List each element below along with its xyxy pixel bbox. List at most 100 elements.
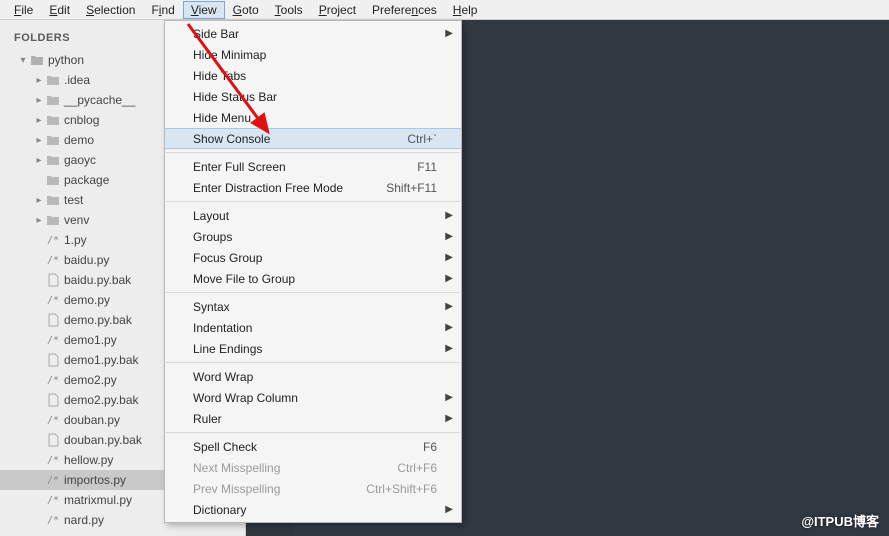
python-file-icon: /*	[46, 333, 60, 347]
menu-item-hide-minimap[interactable]: Hide Minimap	[165, 44, 461, 65]
menu-item-label: Move File to Group	[193, 272, 437, 286]
menu-item-hide-status-bar[interactable]: Hide Status Bar	[165, 86, 461, 107]
menu-goto[interactable]: Goto	[225, 1, 267, 19]
menu-item-enter-full-screen[interactable]: Enter Full ScreenF11	[165, 156, 461, 177]
file-icon	[46, 433, 60, 447]
menu-item-layout[interactable]: Layout ▶	[165, 205, 461, 226]
menu-item-label: Layout	[193, 209, 437, 223]
tree-item-label: demo1.py.bak	[64, 353, 139, 367]
menu-item-groups[interactable]: Groups▶	[165, 226, 461, 247]
menu-preferences[interactable]: Preferences	[364, 1, 445, 19]
menu-item-label: Hide Tabs	[193, 69, 437, 83]
tree-item-label: nard.py	[64, 513, 104, 527]
menu-separator	[166, 362, 460, 363]
folder-icon	[46, 73, 60, 87]
disclosure-triangle-icon[interactable]: ▸	[34, 215, 44, 226]
submenu-arrow-icon: ▶	[445, 231, 453, 242]
menu-item-hide-menu[interactable]: Hide Menu	[165, 107, 461, 128]
disclosure-triangle-icon[interactable]: ▸	[34, 115, 44, 126]
submenu-arrow-icon: ▶	[445, 28, 453, 39]
tree-item-label: baidu.py	[64, 253, 109, 267]
menu-item-side-bar[interactable]: Side Bar▶	[165, 23, 461, 44]
disclosure-triangle-icon[interactable]: ▸	[34, 75, 44, 86]
file-icon	[46, 273, 60, 287]
menu-item-shortcut: Ctrl+Shift+F6	[366, 482, 437, 496]
disclosure-triangle-icon[interactable]: ▸	[34, 155, 44, 166]
menu-separator	[166, 432, 460, 433]
menu-find[interactable]: Find	[143, 1, 182, 19]
menu-item-label: Dictionary	[193, 503, 437, 517]
tree-item-label: demo.py.bak	[64, 313, 132, 327]
menu-item-label: Hide Menu	[193, 111, 437, 125]
menu-item-shortcut: F11	[417, 160, 437, 174]
tree-item-label: demo.py	[64, 293, 110, 307]
menu-view[interactable]: View	[183, 1, 225, 19]
tree-item-label: demo1.py	[64, 333, 117, 347]
menu-item-line-endings[interactable]: Line Endings▶	[165, 338, 461, 359]
menu-item-move-file-to-group[interactable]: Move File to Group▶	[165, 268, 461, 289]
menu-item-spell-check[interactable]: Spell CheckF6	[165, 436, 461, 457]
menu-item-ruler[interactable]: Ruler▶	[165, 408, 461, 429]
menu-selection[interactable]: Selection	[78, 1, 143, 19]
menu-item-syntax[interactable]: Syntax ▶	[165, 296, 461, 317]
menu-file[interactable]: File	[6, 1, 41, 19]
python-file-icon: /*	[46, 493, 60, 507]
python-file-icon: /*	[46, 373, 60, 387]
tree-item-label: hellow.py	[64, 453, 113, 467]
menu-item-indentation[interactable]: Indentation▶	[165, 317, 461, 338]
menu-item-show-console[interactable]: Show ConsoleCtrl+`	[165, 128, 461, 149]
menu-item-shortcut: Ctrl+`	[407, 132, 437, 146]
file-icon	[46, 313, 60, 327]
menu-item-dictionary[interactable]: Dictionary ▶	[165, 499, 461, 520]
menu-edit[interactable]: Edit	[41, 1, 78, 19]
submenu-arrow-icon: ▶	[445, 301, 453, 312]
disclosure-triangle-icon[interactable]: ▾	[18, 55, 28, 66]
menu-item-label: Prev Misspelling	[193, 482, 366, 496]
disclosure-triangle-icon[interactable]: ▸	[34, 95, 44, 106]
menu-item-label: Line Endings	[193, 342, 437, 356]
menu-tools[interactable]: Tools	[267, 1, 311, 19]
folder-icon	[46, 193, 60, 207]
view-menu-dropdown: Side Bar▶ Hide Minimap Hide Tabs Hide Statu…	[164, 20, 462, 523]
tree-item-label: demo2.py	[64, 373, 117, 387]
submenu-arrow-icon: ▶	[445, 252, 453, 263]
menu-item-word-wrap[interactable]: Word Wrap	[165, 366, 461, 387]
menu-item-prev-misspelling: Prev MisspellingCtrl+Shift+F6	[165, 478, 461, 499]
tree-item-label: cnblog	[64, 113, 99, 127]
menu-separator	[166, 292, 460, 293]
menu-project[interactable]: Project	[311, 1, 364, 19]
menu-item-focus-group[interactable]: Focus Group ▶	[165, 247, 461, 268]
file-icon	[46, 393, 60, 407]
menu-item-label: Enter Full Screen	[193, 160, 417, 174]
menu-item-hide-tabs[interactable]: Hide Tabs	[165, 65, 461, 86]
folder-icon	[46, 173, 60, 187]
submenu-arrow-icon: ▶	[445, 210, 453, 221]
menu-item-label: Hide Minimap	[193, 48, 437, 62]
disclosure-triangle-icon[interactable]: ▸	[34, 195, 44, 206]
python-file-icon: /*	[46, 293, 60, 307]
menu-item-enter-distraction-free-mode[interactable]: Enter Distraction Free ModeShift+F11	[165, 177, 461, 198]
menu-item-shortcut: Shift+F11	[386, 181, 437, 195]
menu-item-label: Syntax	[193, 300, 437, 314]
menu-item-label: Focus Group	[193, 251, 437, 265]
menu-item-shortcut: Ctrl+F6	[397, 461, 437, 475]
tree-item-label: douban.py	[64, 413, 120, 427]
menu-item-label: Indentation	[193, 321, 437, 335]
tree-item-label: demo	[64, 133, 94, 147]
tree-item-label: .idea	[64, 73, 90, 87]
tree-item-label: demo2.py.bak	[64, 393, 139, 407]
menu-help[interactable]: Help	[445, 1, 486, 19]
folder-icon	[46, 153, 60, 167]
menu-item-word-wrap-column[interactable]: Word Wrap Column▶	[165, 387, 461, 408]
menu-item-label: Spell Check	[193, 440, 423, 454]
submenu-arrow-icon: ▶	[445, 392, 453, 403]
python-file-icon: /*	[46, 233, 60, 247]
folder-icon	[46, 213, 60, 227]
watermark: @ITPUB博客	[801, 511, 879, 530]
menu-separator	[166, 201, 460, 202]
tree-item-label: test	[64, 193, 83, 207]
submenu-arrow-icon: ▶	[445, 504, 453, 515]
menu-item-label: Hide Status Bar	[193, 90, 437, 104]
submenu-arrow-icon: ▶	[445, 413, 453, 424]
disclosure-triangle-icon[interactable]: ▸	[34, 135, 44, 146]
